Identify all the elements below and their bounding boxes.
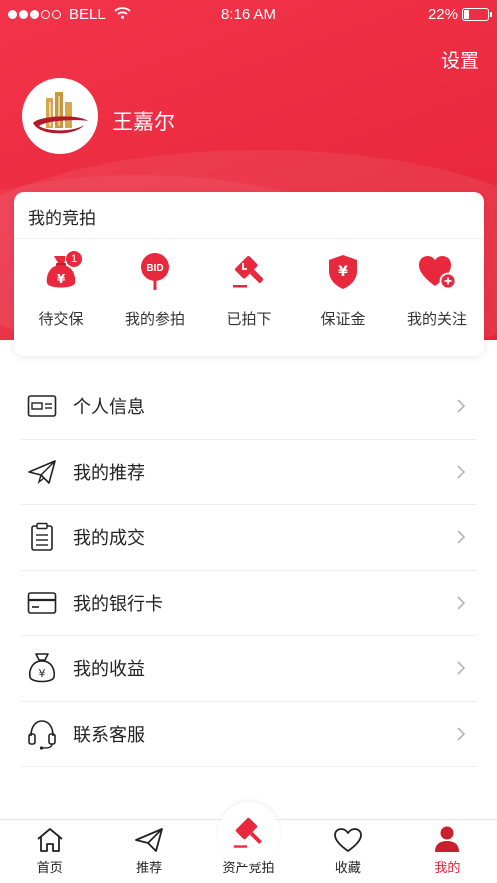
tab-label: 首页 — [36, 860, 63, 875]
chevron-right-icon — [457, 399, 466, 413]
auction-item-label: 我的关注 — [406, 311, 467, 328]
avatar-logo-icon — [33, 92, 88, 134]
auction-item-following[interactable]: 我的关注 — [390, 250, 484, 329]
menu-item-label: 我的银行卡 — [73, 593, 163, 614]
tab-label: 收藏 — [334, 860, 361, 875]
card-title: 我的竞拍 — [28, 209, 96, 228]
tab-label: 推荐 — [136, 860, 163, 875]
battery-level — [464, 10, 469, 19]
menu-item-personal-info[interactable]: 个人信息 — [21, 374, 476, 440]
headset-icon — [25, 717, 59, 751]
menu-item-my-recommend[interactable]: 我的推荐 — [21, 440, 476, 505]
shield-yen-icon: ¥ — [321, 250, 365, 294]
username: 王嘉尔 — [112, 111, 175, 134]
auction-item-label: 保证金 — [320, 311, 366, 328]
svg-text:¥: ¥ — [39, 667, 46, 680]
bid-sign-icon: BID — [133, 250, 177, 294]
bank-card-icon — [25, 586, 59, 620]
tab-label: 我的 — [434, 860, 461, 875]
chevron-right-icon — [457, 661, 466, 675]
tab-asset-auction[interactable]: 资产竞拍 — [199, 802, 298, 883]
notification-badge: 1 — [65, 250, 83, 268]
tab-recommend[interactable]: 推荐 — [99, 820, 198, 883]
menu-item-customer-service[interactable]: 联系客服 — [21, 702, 476, 767]
menu-list: 个人信息 我的推荐 我的成交 我的银行卡 ¥ 我的收益 联系客服 — [21, 374, 476, 767]
svg-text:¥: ¥ — [57, 272, 66, 286]
battery-percent: 22% — [427, 6, 458, 23]
menu-item-label: 我的推荐 — [73, 462, 145, 483]
auction-item-my-bids[interactable]: BID 我的参拍 — [108, 250, 202, 329]
auction-item-label: 已拍下 — [226, 311, 272, 328]
bottom-tab-bar: 首页 推荐 资产竞拍 收藏 我的 — [0, 802, 497, 883]
status-right: 22% — [427, 6, 492, 23]
id-card-icon — [25, 389, 59, 423]
chevron-right-icon — [457, 465, 466, 479]
chevron-right-icon — [457, 727, 466, 741]
avatar[interactable] — [22, 78, 98, 154]
battery-icon — [462, 8, 492, 21]
chevron-right-icon — [457, 596, 466, 610]
auction-item-pending-deposit[interactable]: ¥ 1 待交保 — [14, 250, 108, 329]
user-icon — [435, 826, 460, 852]
menu-item-label: 我的成交 — [73, 528, 145, 549]
auction-item-deposit[interactable]: ¥ 保证金 — [296, 250, 390, 329]
menu-item-label: 联系客服 — [73, 724, 145, 745]
chevron-right-icon — [457, 530, 466, 544]
tab-favorites[interactable]: 收藏 — [298, 820, 397, 883]
auction-shortcuts: ¥ 1 待交保 BID 我的参拍 已拍下 ¥ 保证金 我的关注 — [14, 250, 484, 329]
tab-home[interactable]: 首页 — [0, 820, 99, 883]
gavel-icon — [233, 817, 262, 848]
auction-item-won[interactable]: 已拍下 — [202, 250, 296, 329]
paper-plane-icon — [25, 455, 59, 489]
money-bag-icon: ¥ 1 — [39, 250, 83, 294]
center-tab-bubble — [217, 802, 280, 864]
heart-plus-icon — [415, 250, 459, 294]
menu-item-my-deals[interactable]: 我的成交 — [21, 505, 476, 571]
heart-icon — [334, 828, 362, 852]
auction-item-label: 我的参拍 — [124, 311, 185, 328]
svg-text:¥: ¥ — [338, 264, 348, 280]
status-bar: BELL 8:16 AM 22% — [0, 0, 497, 30]
menu-item-label: 个人信息 — [73, 397, 145, 418]
menu-item-label: 我的收益 — [73, 659, 145, 680]
auction-item-label: 待交保 — [38, 311, 84, 328]
menu-item-bank-card[interactable]: 我的银行卡 — [21, 571, 476, 636]
svg-text:BID: BID — [146, 263, 163, 274]
tab-mine[interactable]: 我的 — [398, 820, 497, 883]
menu-item-my-earnings[interactable]: ¥ 我的收益 — [21, 636, 476, 702]
money-bag-icon: ¥ — [25, 651, 59, 685]
paper-plane-icon — [135, 828, 164, 852]
home-icon — [37, 828, 63, 852]
status-time: 8:16 AM — [220, 6, 277, 23]
clipboard-icon — [25, 520, 59, 554]
settings-button[interactable]: 设置 — [441, 46, 479, 73]
gavel-icon — [227, 250, 271, 294]
my-auction-card: 我的竞拍 ¥ 1 待交保 BID 我的参拍 已拍下 ¥ 保证金 我的关注 — [14, 192, 484, 356]
divider — [14, 238, 484, 239]
